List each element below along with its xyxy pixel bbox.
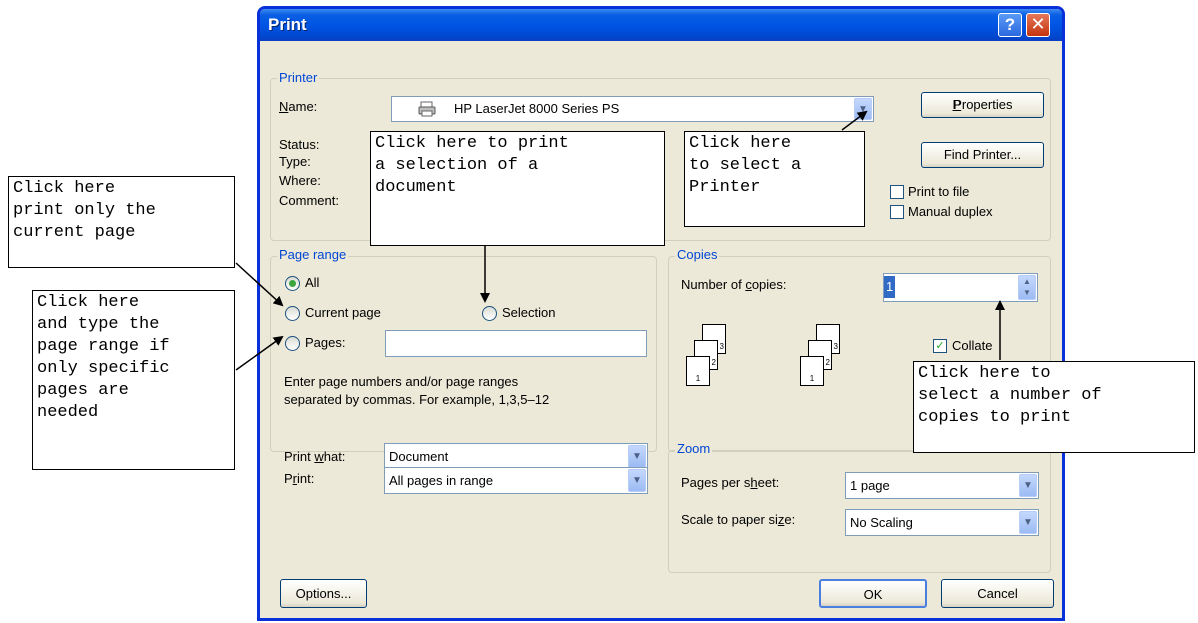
callout-arrows xyxy=(235,110,1005,371)
arrow-current-page xyxy=(235,262,284,307)
arrow-pages-range xyxy=(235,335,284,371)
arrow-printer xyxy=(841,110,868,131)
